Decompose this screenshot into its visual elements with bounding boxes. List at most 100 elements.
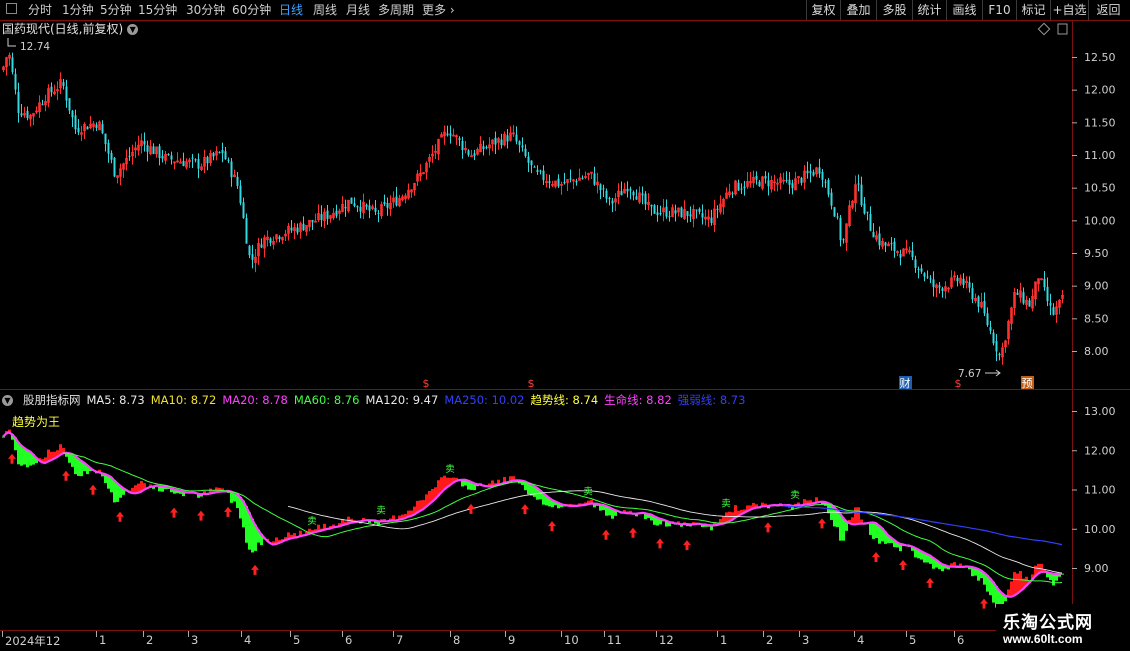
date-label: 3 <box>802 633 810 647</box>
date-label: 9 <box>508 633 516 647</box>
candle-body <box>557 178 560 187</box>
candle-wick <box>120 163 121 186</box>
candle-wick <box>123 162 124 178</box>
candle-body <box>320 214 323 221</box>
event-marker: $ <box>423 377 430 390</box>
date-label: 4 <box>244 633 252 647</box>
price-label: 9.50 <box>1084 247 1109 260</box>
candle-wick <box>36 106 37 114</box>
candle-body <box>539 170 542 172</box>
candle-wick <box>585 171 586 180</box>
candle-wick <box>210 150 211 166</box>
buy-arrow-icon <box>521 504 529 515</box>
indicator-value-6: 趋势线: 8.74 <box>530 393 599 407</box>
price-tick <box>1072 253 1077 254</box>
candle-body <box>194 159 197 161</box>
candle-wick <box>1014 287 1015 316</box>
sell-label: 卖 <box>376 505 386 516</box>
candle-body <box>818 167 821 174</box>
candle-wick <box>156 146 157 158</box>
candle-body <box>884 242 887 246</box>
candle-body <box>86 126 89 130</box>
trend-bar <box>26 449 29 468</box>
candle-body <box>344 206 347 209</box>
candle-wick <box>192 153 193 169</box>
candle-body <box>65 86 68 101</box>
candle-body <box>839 217 842 241</box>
watermark-text: 乐淘公式网 <box>1003 613 1093 633</box>
candle-wick <box>714 199 715 233</box>
candle-body <box>335 210 338 216</box>
buy-arrow-icon <box>656 538 664 549</box>
candle-body <box>800 178 803 183</box>
date-label: 10 <box>564 633 579 647</box>
date-label: 8 <box>453 633 461 647</box>
candle-wick <box>843 238 844 244</box>
date-tick <box>450 631 451 637</box>
diamond-icon <box>1037 22 1051 36</box>
candle-body <box>710 217 713 223</box>
price-label: 8.50 <box>1084 312 1109 325</box>
candle-body <box>680 207 683 218</box>
low-pointer <box>985 369 1001 377</box>
sell-label: 卖 <box>445 464 455 475</box>
candle-wick <box>630 186 631 200</box>
candle-wick <box>849 200 850 228</box>
candle-body <box>923 273 926 277</box>
candle-body <box>701 213 704 218</box>
candle-body <box>359 206 362 212</box>
candle-wick <box>408 183 409 200</box>
candle-wick <box>504 131 505 147</box>
candle-wick <box>138 135 139 156</box>
candle-wick <box>744 180 745 196</box>
trend-bar <box>1052 573 1055 586</box>
candle-body <box>920 268 923 272</box>
candle-body <box>278 236 281 240</box>
candle-wick <box>465 140 466 154</box>
candle-wick <box>735 179 736 196</box>
buy-arrow-icon <box>872 551 880 562</box>
date-tick <box>604 631 605 637</box>
candle-body <box>1049 302 1052 306</box>
candle-body <box>224 151 227 160</box>
chart-canvas: 12.50 12.00 11.50 11.00 10.50 10.00 9.50 9.00 8.… <box>0 20 1130 630</box>
date-label: 12 <box>659 633 674 647</box>
candle-body <box>767 180 770 187</box>
trend-bar <box>1010 581 1013 597</box>
candle-body <box>842 239 845 241</box>
candle-body <box>866 211 869 213</box>
candle-wick <box>255 248 256 273</box>
date-label: 1 <box>99 633 107 647</box>
candle-wick <box>918 266 919 279</box>
candle-body <box>473 153 476 157</box>
candle-body <box>860 184 863 205</box>
candle-body <box>26 110 29 119</box>
candle-wick <box>729 183 730 198</box>
candle-wick <box>846 223 847 251</box>
candle-body <box>917 269 920 271</box>
candle-body <box>182 160 185 167</box>
candle-body <box>101 124 104 134</box>
event-marker: 财 <box>900 376 911 390</box>
indicator-title: 趋势为王 <box>12 415 60 429</box>
candle-wick <box>690 206 691 222</box>
candle-wick <box>363 193 364 220</box>
candle-wick <box>732 191 733 199</box>
candle-body <box>608 198 611 200</box>
candle-wick <box>429 153 430 168</box>
date-tick <box>954 631 955 637</box>
candle-wick <box>906 239 907 254</box>
candle-wick <box>195 158 196 163</box>
candle-wick <box>510 126 511 142</box>
candle-body <box>515 134 518 142</box>
candle-body <box>872 232 875 238</box>
candle-wick <box>1008 319 1009 345</box>
candle-body <box>635 196 638 200</box>
indicator-dropdown-icon[interactable]: ▼ <box>2 395 13 406</box>
candle-body <box>467 150 470 156</box>
candle-wick <box>402 194 403 202</box>
candle-body <box>863 203 866 214</box>
indicator-value-5: MA250: 10.02 <box>444 393 525 407</box>
candle-wick <box>132 144 133 165</box>
candle-wick <box>309 220 310 232</box>
